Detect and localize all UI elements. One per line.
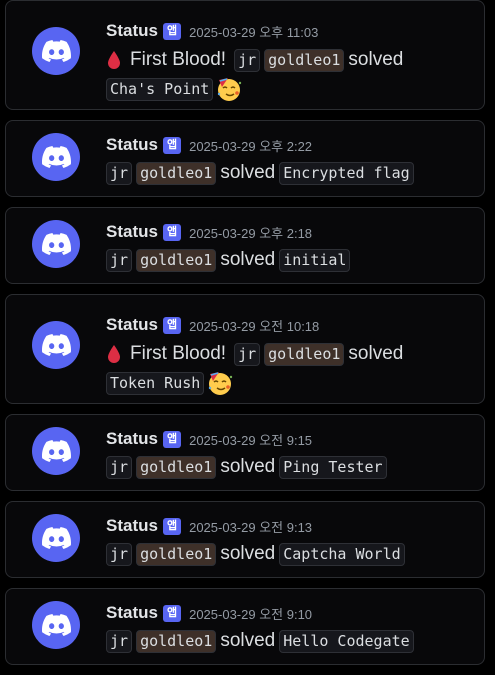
challenge-code: Encrypted flag: [279, 161, 414, 185]
partying-face-icon: [216, 76, 242, 102]
discord-logo-icon: [41, 334, 71, 356]
message-content: First Blood! jr goldleo1 solved: [106, 341, 407, 367]
challenge-code: Hello Codegate: [279, 629, 414, 653]
avatar[interactable]: [32, 601, 80, 649]
discord-logo-icon: [41, 233, 71, 255]
app-tag: 앱: [162, 430, 182, 448]
blood-drop-icon: [106, 50, 122, 70]
username[interactable]: Status: [106, 315, 158, 335]
message-content-continued: Cha's Point: [106, 76, 242, 102]
username[interactable]: Status: [106, 603, 158, 623]
message-content: jr goldleo1 solved Hello Codegate: [106, 628, 414, 654]
avatar[interactable]: [32, 27, 80, 75]
discord-logo-icon: [41, 146, 71, 168]
discord-logo-icon: [41, 527, 71, 549]
timestamp[interactable]: 2025-03-29 오후 11:03: [189, 22, 318, 41]
timestamp[interactable]: 2025-03-29 오후 2:18: [189, 223, 312, 242]
message-header: Status 앱 2025-03-29 오전 9:10: [106, 602, 312, 624]
discord-logo-icon: [41, 40, 71, 62]
message-content: jr goldleo1 solved Captcha World: [106, 541, 405, 567]
solved-text: solved: [220, 162, 276, 183]
discord-logo-icon: [41, 614, 71, 636]
challenge-code: Ping Tester: [279, 455, 387, 479]
message-header: Status 앱 2025-03-29 오후 11:03: [106, 20, 318, 42]
message-card: Status 앱 2025-03-29 오전 9:13 jr goldleo1 …: [5, 501, 485, 578]
message-card: Status 앱 2025-03-29 오후 2:22 jr goldleo1 …: [5, 120, 485, 197]
username[interactable]: Status: [106, 429, 158, 449]
solved-text: solved: [348, 343, 404, 364]
user-code: goldleo1: [264, 342, 345, 366]
username[interactable]: Status: [106, 516, 158, 536]
category-code: jr: [106, 455, 133, 479]
message-content-continued: Token Rush: [106, 370, 233, 396]
timestamp[interactable]: 2025-03-29 오전 9:10: [189, 604, 312, 623]
blood-drop-icon: [106, 344, 122, 364]
app-tag: 앱: [162, 136, 182, 154]
first-blood-text: First Blood!: [130, 343, 227, 364]
user-code: goldleo1: [136, 542, 217, 566]
timestamp[interactable]: 2025-03-29 오전 10:18: [189, 316, 319, 335]
user-code: goldleo1: [136, 629, 217, 653]
message-content: jr goldleo1 solved Ping Tester: [106, 454, 387, 480]
category-code: jr: [106, 629, 133, 653]
message-feed: Status 앱 2025-03-29 오후 11:03 First Blood…: [5, 0, 485, 675]
category-code: jr: [234, 342, 261, 366]
message-card: Status 앱 2025-03-29 오전 10:18 First Blood…: [5, 294, 485, 404]
solved-text: solved: [348, 49, 404, 70]
discord-logo-icon: [41, 440, 71, 462]
app-tag: 앱: [162, 22, 182, 40]
message-content: jr goldleo1 solved initial: [106, 247, 351, 273]
username[interactable]: Status: [106, 21, 158, 41]
message-header: Status 앱 2025-03-29 오전 9:13: [106, 515, 312, 537]
avatar[interactable]: [32, 427, 80, 475]
partying-face-icon: [207, 370, 233, 396]
category-code: jr: [106, 542, 133, 566]
user-code: goldleo1: [136, 455, 217, 479]
timestamp[interactable]: 2025-03-29 오전 9:15: [189, 430, 312, 449]
challenge-code: Token Rush: [106, 371, 205, 395]
challenge-code: initial: [279, 248, 351, 272]
message-header: Status 앱 2025-03-29 오전 9:15: [106, 428, 312, 450]
user-code: goldleo1: [136, 248, 217, 272]
timestamp[interactable]: 2025-03-29 오전 9:13: [189, 517, 312, 536]
message-header: Status 앱 2025-03-29 오후 2:18: [106, 221, 312, 243]
app-tag: 앱: [162, 223, 182, 241]
message-card: Status 앱 2025-03-29 오전 9:10 jr goldleo1 …: [5, 588, 485, 665]
challenge-code: Captcha World: [279, 542, 405, 566]
message-content: jr goldleo1 solved Encrypted flag: [106, 160, 414, 186]
app-tag: 앱: [162, 316, 182, 334]
username[interactable]: Status: [106, 135, 158, 155]
timestamp[interactable]: 2025-03-29 오후 2:22: [189, 136, 312, 155]
message-content: First Blood! jr goldleo1 solved: [106, 47, 407, 73]
solved-text: solved: [220, 543, 276, 564]
category-code: jr: [234, 48, 261, 72]
avatar[interactable]: [32, 514, 80, 562]
challenge-code: Cha's Point: [106, 77, 214, 101]
category-code: jr: [106, 248, 133, 272]
app-tag: 앱: [162, 517, 182, 535]
avatar[interactable]: [32, 220, 80, 268]
user-code: goldleo1: [264, 48, 345, 72]
message-card: Status 앱 2025-03-29 오후 2:18 jr goldleo1 …: [5, 207, 485, 284]
first-blood-text: First Blood!: [130, 49, 227, 70]
category-code: jr: [106, 161, 133, 185]
solved-text: solved: [220, 456, 276, 477]
app-tag: 앱: [162, 604, 182, 622]
message-card: Status 앱 2025-03-29 오후 11:03 First Blood…: [5, 0, 485, 110]
message-header: Status 앱 2025-03-29 오후 2:22: [106, 134, 312, 156]
avatar[interactable]: [32, 321, 80, 369]
user-code: goldleo1: [136, 161, 217, 185]
solved-text: solved: [220, 249, 276, 270]
avatar[interactable]: [32, 133, 80, 181]
username[interactable]: Status: [106, 222, 158, 242]
solved-text: solved: [220, 630, 276, 651]
message-card: Status 앱 2025-03-29 오전 9:15 jr goldleo1 …: [5, 414, 485, 491]
message-header: Status 앱 2025-03-29 오전 10:18: [106, 314, 319, 336]
